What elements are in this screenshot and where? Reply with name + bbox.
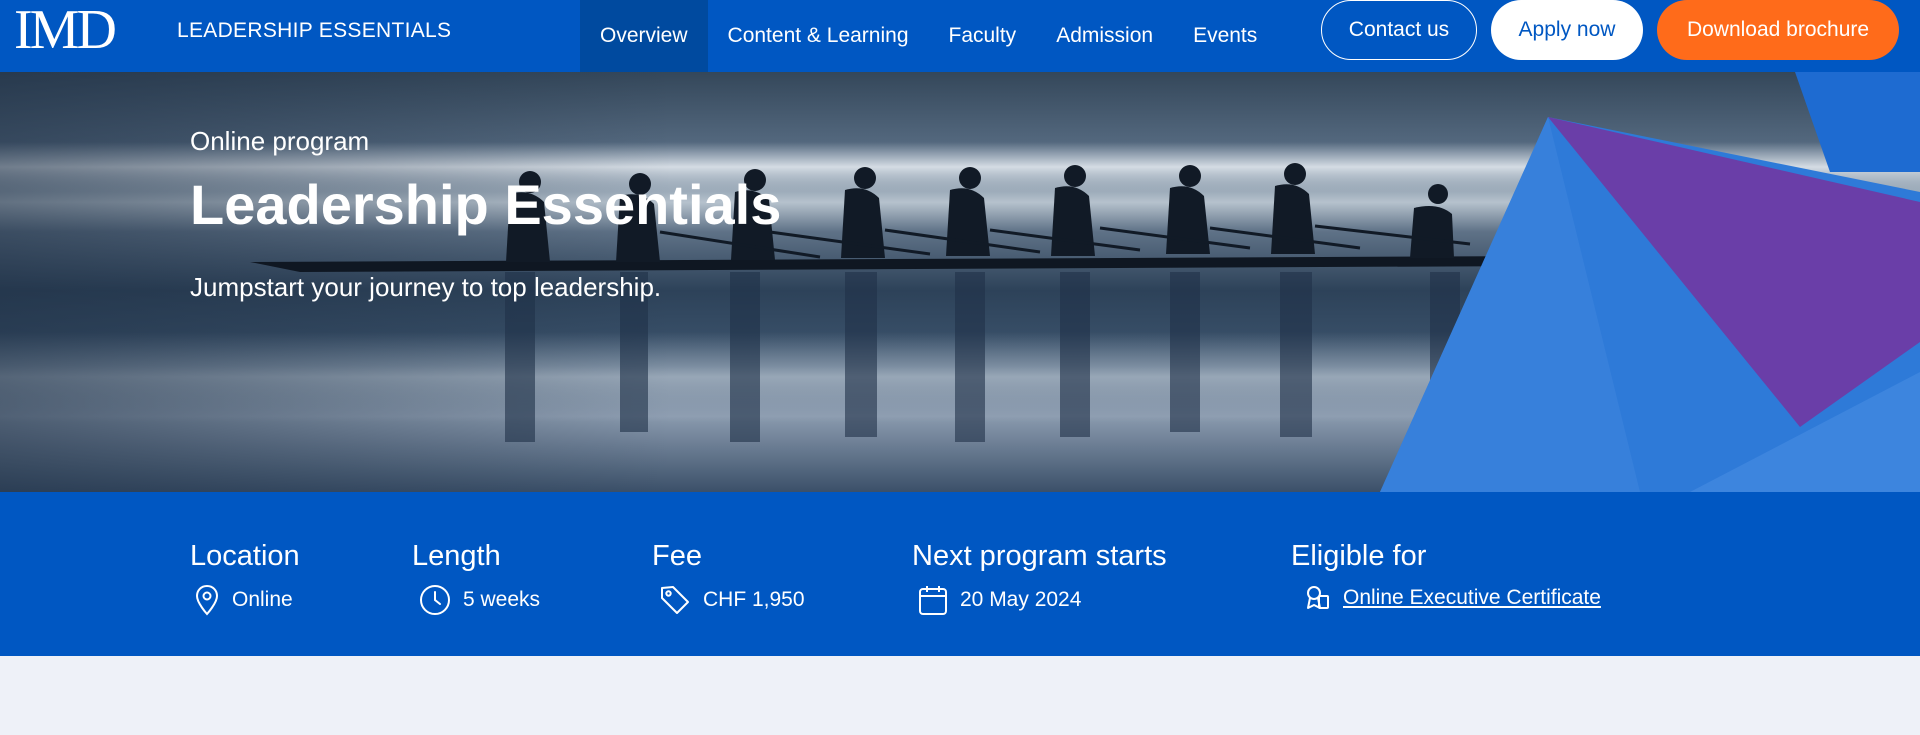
page-content-area (0, 656, 1920, 735)
info-location-label: Location (190, 540, 300, 572)
hero-banner: Online program Leadership Essentials Jum… (0, 72, 1920, 492)
hero-kicker: Online program (190, 126, 370, 156)
info-length-label: Length (412, 540, 501, 572)
contact-us-button[interactable]: Contact us (1321, 0, 1477, 60)
online-executive-certificate-link[interactable]: Online Executive Certificate (1343, 586, 1601, 610)
nav-tab-overview[interactable]: Overview (580, 0, 708, 72)
nav-tab-admission[interactable]: Admission (1036, 0, 1173, 72)
info-next-start-label: Next program starts (912, 540, 1167, 572)
info-next-start-value: 20 May 2024 (960, 588, 1082, 611)
certificate-icon (1307, 586, 1329, 609)
info-eligible-row: Online Executive Certificate (1303, 584, 1601, 612)
info-length-row: 5 weeks (419, 584, 540, 616)
main-nav: Overview Content & Learning Faculty Admi… (580, 0, 1277, 72)
nav-tab-events[interactable]: Events (1173, 0, 1277, 72)
clock-icon (420, 585, 450, 615)
program-info-band: Location Online Length 5 weeks Fee CHF 1… (0, 492, 1920, 656)
calendar-icon (919, 586, 947, 615)
price-tag-icon (661, 586, 689, 614)
download-brochure-button[interactable]: Download brochure (1657, 0, 1899, 60)
program-brand-title[interactable]: LEADERSHIP ESSENTIALS (177, 19, 451, 43)
apply-now-button[interactable]: Apply now (1491, 0, 1643, 60)
info-fee-label: Fee (652, 540, 702, 572)
imd-logo[interactable]: IMD (14, 2, 117, 58)
nav-tab-faculty[interactable]: Faculty (929, 0, 1037, 72)
info-fee-row: CHF 1,950 (659, 584, 805, 616)
info-length-value: 5 weeks (463, 588, 541, 611)
top-navigation-bar: IMD LEADERSHIP ESSENTIALS Overview Conte… (0, 0, 1920, 72)
nav-tab-content-learning[interactable]: Content & Learning (708, 0, 929, 72)
map-pin-icon (195, 584, 219, 616)
hero-title: Leadership Essentials (190, 173, 782, 236)
hero-subtitle: Jumpstart your journey to top leadership… (190, 272, 662, 302)
info-fee-value: CHF 1,950 (703, 588, 805, 611)
info-eligible-label: Eligible for (1291, 540, 1427, 572)
info-location-row: Online (194, 584, 293, 616)
info-location-value: Online (232, 588, 293, 611)
info-next-start-row: 20 May 2024 (918, 584, 1081, 616)
